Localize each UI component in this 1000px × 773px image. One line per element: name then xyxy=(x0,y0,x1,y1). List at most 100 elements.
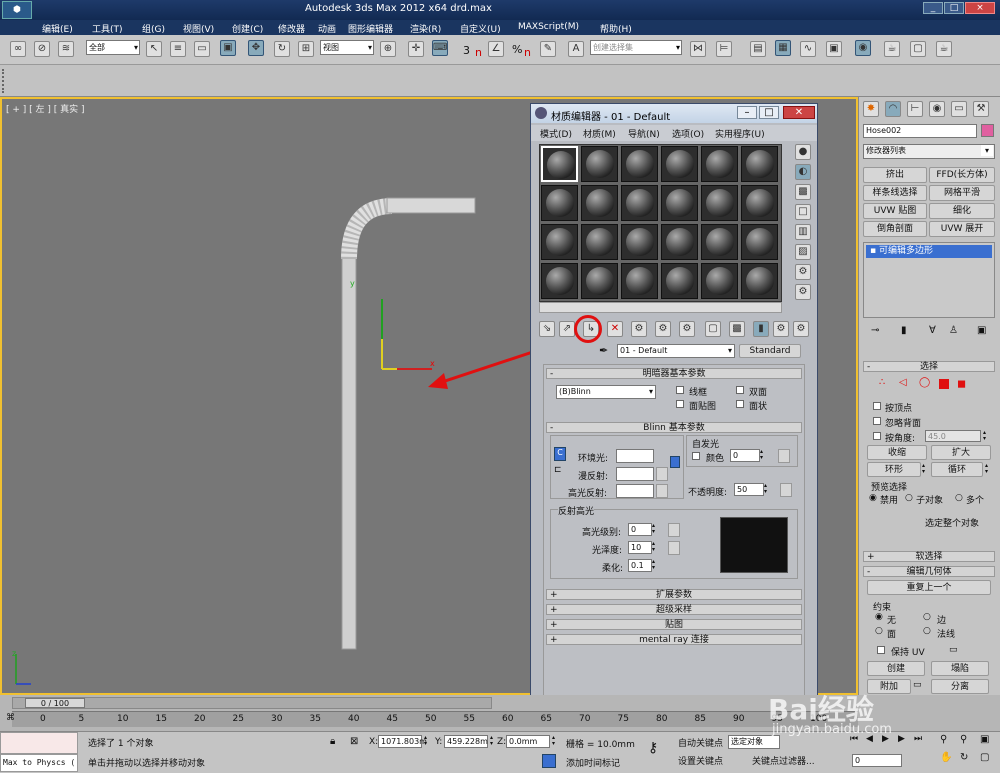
mental-ray-rollout[interactable]: + mental ray 连接 xyxy=(546,634,802,645)
face-map-checkbox[interactable] xyxy=(676,400,684,408)
self-illum-value[interactable]: 0 xyxy=(730,449,760,462)
show-map-icon[interactable]: ▢ xyxy=(705,321,721,337)
y-coord-field[interactable]: 459.228m xyxy=(444,735,488,748)
z-coord-field[interactable]: 0.0mm xyxy=(506,735,550,748)
material-name-field[interactable]: 01 - Default ▾ xyxy=(617,344,735,358)
sample-slot[interactable] xyxy=(741,224,778,260)
preview-off-radio[interactable]: ◉ xyxy=(869,493,877,503)
menu-item-edit[interactable]: 编辑(E) xyxy=(42,22,73,35)
sample-type-icon[interactable]: ● xyxy=(795,144,811,160)
selection-rollout-header[interactable]: - 选择 xyxy=(863,361,995,372)
percent-snap-icon[interactable]: % xyxy=(512,43,522,56)
put-to-scene-icon[interactable]: ⇗ xyxy=(559,321,575,337)
modifier-list-dropdown[interactable]: 修改器列表 ▾ xyxy=(863,144,995,159)
angle-spinner[interactable]: ▴ ▾ xyxy=(983,430,986,442)
close-button[interactable]: × xyxy=(965,2,995,14)
hose-object[interactable] xyxy=(332,194,482,654)
me-minimize-button[interactable]: – xyxy=(737,106,757,119)
self-illum-map-button[interactable] xyxy=(778,449,790,463)
ignore-backfacing-checkbox[interactable] xyxy=(873,417,881,425)
material-id-icon[interactable]: ⚙ xyxy=(679,321,695,337)
sample-slot-active[interactable] xyxy=(541,146,578,182)
next-frame-icon[interactable]: ▶ xyxy=(898,734,905,744)
supersampling-rollout[interactable]: + 超级采样 xyxy=(546,604,802,615)
maxscript-listener[interactable] xyxy=(0,732,78,754)
modify-tab-icon[interactable]: ◠ xyxy=(885,101,901,117)
specular-level-spinner[interactable]: ▴ ▾ xyxy=(652,523,655,535)
me-menu-modes[interactable]: 模式(D) xyxy=(540,127,572,140)
element-icon[interactable]: ◼ xyxy=(957,377,966,390)
repeat-last-button[interactable]: 重复上一个 xyxy=(867,580,991,595)
preserve-uv-checkbox[interactable] xyxy=(877,646,885,654)
keyboard-shortcut-icon[interactable]: ⌨ xyxy=(432,40,448,56)
sample-slot[interactable] xyxy=(701,263,738,299)
constraint-edge-radio[interactable]: ○ xyxy=(923,612,931,622)
make-unique-icon[interactable]: ∀ xyxy=(929,325,936,336)
mod-bevel-profile-button[interactable]: 倒角剖面 xyxy=(863,221,927,237)
me-close-button[interactable]: ✕ xyxy=(783,106,815,119)
unlink-icon[interactable]: ⊘ xyxy=(34,41,50,57)
menu-item-maxscript[interactable]: MAXScript(M) xyxy=(518,22,579,32)
loop-spinner[interactable]: ▴ ▾ xyxy=(985,463,988,475)
sample-slot[interactable] xyxy=(621,224,658,260)
time-slider-thumb[interactable]: 0 / 100 xyxy=(25,698,85,708)
link-icon[interactable]: ∞ xyxy=(10,41,26,57)
specular-map-button[interactable] xyxy=(656,484,668,498)
move-icon[interactable]: ✥ xyxy=(248,40,264,56)
mod-meshsmooth-button[interactable]: 网格平滑 xyxy=(929,185,995,201)
specular-level-value[interactable]: 0 xyxy=(628,523,652,536)
grow-button[interactable]: 扩大 xyxy=(931,445,991,460)
angle-value-field[interactable]: 45.0 xyxy=(925,430,981,442)
show-end-result-icon[interactable]: ▩ xyxy=(729,321,745,337)
ambient-color-swatch[interactable] xyxy=(616,449,654,463)
sample-slot[interactable] xyxy=(661,146,698,182)
glossiness-value[interactable]: 10 xyxy=(628,541,652,554)
material-editor-titlebar[interactable]: 材质编辑器 - 01 - Default – □ ✕ xyxy=(531,104,817,123)
preview-subobject-radio[interactable]: ○ xyxy=(905,493,913,503)
lock-diffuse-icon[interactable]: ⊏ xyxy=(554,465,562,479)
render-setup-icon[interactable]: ☕ xyxy=(884,41,900,57)
sample-slot[interactable] xyxy=(581,263,618,299)
y-coord-spinner[interactable]: ▴ ▾ xyxy=(490,735,493,747)
display-tab-icon[interactable]: ▭ xyxy=(951,101,967,117)
select-object-icon[interactable]: ↖ xyxy=(146,41,162,57)
sample-slot[interactable] xyxy=(621,185,658,221)
faceted-checkbox[interactable] xyxy=(736,400,744,408)
key-filters-button[interactable]: 关键点过滤器... xyxy=(752,754,815,767)
lock-map-icon[interactable] xyxy=(670,456,680,468)
time-slider[interactable]: 0 / 100 xyxy=(12,697,492,709)
pan-icon[interactable]: ✋ xyxy=(940,752,952,763)
rectangle-selection-icon[interactable]: ▭ xyxy=(194,41,210,57)
sample-slots-scrollbar[interactable] xyxy=(539,302,782,313)
ring-spinner[interactable]: ▴ ▾ xyxy=(922,463,925,475)
named-selection-dropdown[interactable]: 创建选择集 ▾ xyxy=(590,40,682,55)
current-frame-field[interactable]: 0 xyxy=(852,754,902,767)
abc-icon[interactable]: A xyxy=(568,41,584,57)
menu-item-graph-editors[interactable]: 图形编辑器 xyxy=(348,22,393,35)
curve-editor-icon[interactable]: ∿ xyxy=(800,41,816,57)
menu-item-rendering[interactable]: 渲染(R) xyxy=(410,22,441,35)
selection-filter-dropdown[interactable]: 全部 ▾ xyxy=(86,40,140,55)
menu-item-tools[interactable]: 工具(T) xyxy=(92,22,123,35)
sample-slot[interactable] xyxy=(741,263,778,299)
minimize-button[interactable]: _ xyxy=(923,2,943,14)
opacity-spinner[interactable]: ▴ ▾ xyxy=(764,483,767,495)
glossiness-map-button[interactable] xyxy=(668,541,680,555)
reset-map-icon[interactable]: ✕ xyxy=(607,321,623,337)
spinner-snap-icon[interactable]: n xyxy=(524,46,531,59)
sample-slot[interactable] xyxy=(541,224,578,260)
angle-snap-icon[interactable]: ∠ xyxy=(488,41,504,57)
menu-item-animation[interactable]: 动画 xyxy=(318,22,336,35)
border-icon[interactable]: ◯ xyxy=(919,377,930,388)
menu-item-views[interactable]: 视图(V) xyxy=(183,22,214,35)
select-manipulate-icon[interactable]: ✛ xyxy=(408,41,424,57)
me-menu-options[interactable]: 选项(O) xyxy=(672,127,704,140)
constraint-none-radio[interactable]: ◉ xyxy=(875,612,883,622)
edit-geometry-rollout[interactable]: - 编辑几何体 xyxy=(863,566,995,577)
sample-slot[interactable] xyxy=(741,146,778,182)
go-to-end-icon[interactable]: ⏭ xyxy=(914,734,922,744)
mirror-icon[interactable]: ⋈ xyxy=(690,41,706,57)
material-type-button[interactable]: Standard xyxy=(739,344,801,358)
preserve-uv-settings-icon[interactable]: ▭ xyxy=(949,645,958,655)
make-unique-icon[interactable]: ⚙ xyxy=(631,321,647,337)
